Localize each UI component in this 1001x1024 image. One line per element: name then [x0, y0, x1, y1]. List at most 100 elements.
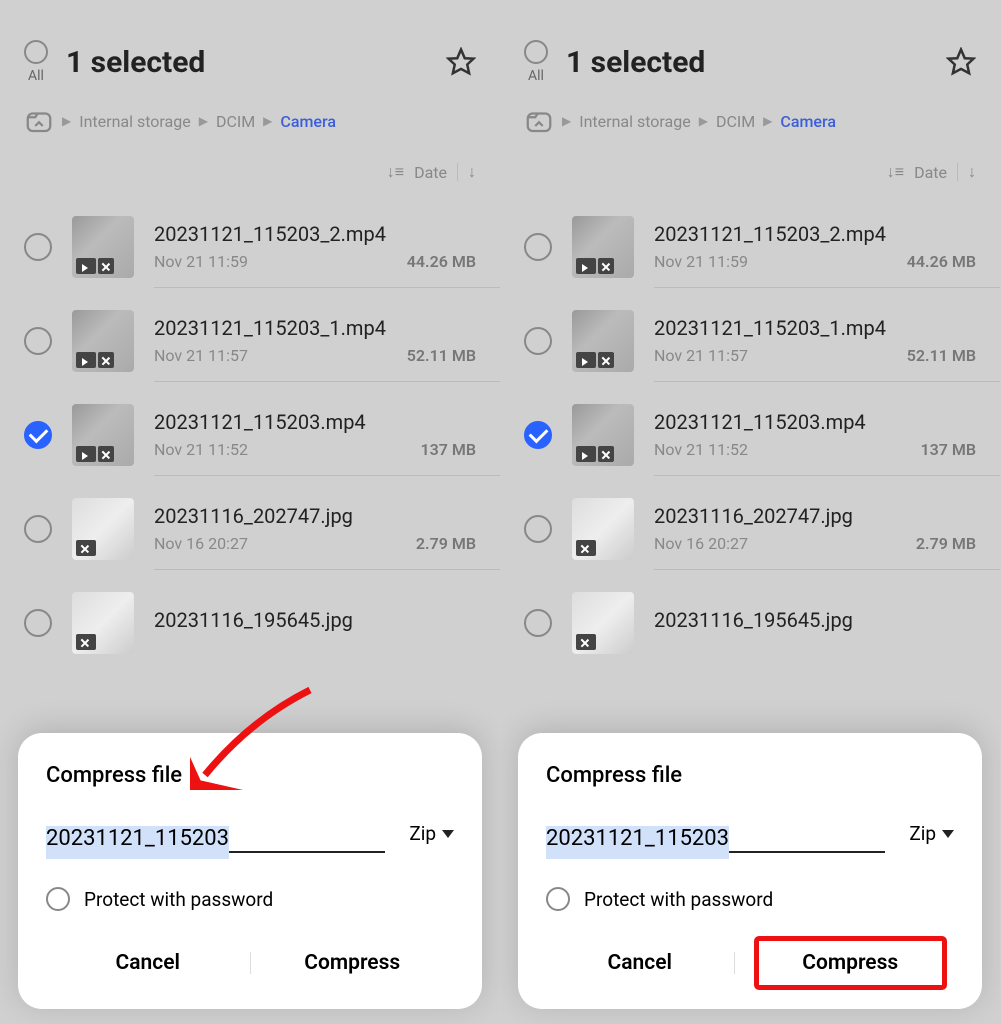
dialog-title: Compress file — [546, 763, 954, 788]
file-list: 20231121_115203_2.mp4 Nov 21 11:59 44.26 M… — [500, 200, 1000, 670]
breadcrumb-item[interactable]: Camera — [280, 112, 336, 131]
star-icon[interactable] — [446, 47, 476, 77]
checkbox[interactable] — [524, 327, 552, 355]
checkbox[interactable] — [24, 421, 52, 449]
sort-row[interactable]: ↓≡ Date ↓ — [0, 136, 500, 200]
file-row[interactable]: 20231116_195645.jpg — [24, 576, 500, 670]
sort-icon: ↓≡ — [887, 162, 904, 182]
file-name: 20231121_115203_2.mp4 — [654, 222, 976, 246]
file-date: Nov 21 11:52 — [654, 440, 748, 459]
checkbox[interactable] — [524, 515, 552, 543]
header: All 1 selected ▶Internal storage ▶DCIM ▶… — [500, 0, 1000, 136]
file-name: 20231121_115203.mp4 — [154, 410, 476, 434]
file-row[interactable]: 20231121_115203.mp4 Nov 21 11:52 137 MB — [24, 388, 500, 482]
breadcrumb: ▶Internal storage ▶DCIM ▶Camera — [24, 106, 476, 136]
file-name: 20231121_115203_1.mp4 — [654, 316, 976, 340]
compress-button[interactable]: Compress — [251, 937, 455, 989]
breadcrumb-item[interactable]: Internal storage — [79, 112, 190, 131]
sort-label: Date — [914, 163, 947, 182]
thumbnail — [72, 216, 134, 278]
file-size: 52.11 MB — [407, 346, 476, 365]
compress-dialog: Compress file 20231121_115203 Zip Protec… — [518, 733, 982, 1009]
chevron-down-icon — [442, 830, 454, 838]
checkbox[interactable] — [24, 327, 52, 355]
file-date: Nov 21 11:59 — [654, 252, 748, 271]
thumbnail — [72, 592, 134, 654]
dialog-title: Compress file — [46, 763, 454, 788]
file-size: 44.26 MB — [907, 252, 976, 271]
radio-icon — [546, 887, 570, 911]
file-date: Nov 16 20:27 — [654, 534, 748, 553]
file-date: Nov 21 11:57 — [654, 346, 748, 365]
password-toggle[interactable]: Protect with password — [46, 887, 454, 911]
breadcrumb-item[interactable]: Camera — [780, 112, 836, 131]
checkbox[interactable] — [24, 233, 52, 261]
file-size: 2.79 MB — [416, 534, 476, 553]
sort-row[interactable]: ↓≡ Date ↓ — [500, 136, 1000, 200]
file-row[interactable]: 20231116_195645.jpg — [524, 576, 1000, 670]
breadcrumb: ▶Internal storage ▶DCIM ▶Camera — [524, 106, 976, 136]
file-date: Nov 21 11:57 — [154, 346, 248, 365]
format-select[interactable]: Zip — [909, 822, 954, 853]
file-row[interactable]: 20231121_115203_2.mp4 Nov 21 11:59 44.26 M… — [524, 200, 1000, 294]
file-row[interactable]: 20231121_115203_1.mp4 Nov 21 11:57 52.11 M… — [24, 294, 500, 388]
home-icon[interactable] — [24, 106, 54, 136]
file-name: 20231116_202747.jpg — [654, 504, 976, 528]
cancel-button[interactable]: Cancel — [46, 937, 250, 989]
file-date: Nov 16 20:27 — [154, 534, 248, 553]
file-size: 2.79 MB — [916, 534, 976, 553]
breadcrumb-item[interactable]: DCIM — [216, 112, 255, 131]
home-icon[interactable] — [524, 106, 554, 136]
thumbnail — [572, 592, 634, 654]
checkbox[interactable] — [24, 609, 52, 637]
thumbnail — [572, 404, 634, 466]
file-size: 44.26 MB — [407, 252, 476, 271]
chevron-down-icon — [942, 830, 954, 838]
file-name: 20231116_202747.jpg — [154, 504, 476, 528]
checkbox[interactable] — [524, 609, 552, 637]
compress-button[interactable]: Compress — [757, 939, 945, 987]
sort-direction-icon: ↓ — [468, 162, 476, 182]
file-row[interactable]: 20231121_115203_1.mp4Nov 21 11:5752.11 M… — [524, 294, 1000, 388]
page-title: 1 selected — [66, 45, 428, 80]
checkbox[interactable] — [524, 421, 552, 449]
file-name: 20231121_115203_2.mp4 — [154, 222, 476, 246]
file-row[interactable]: 20231121_115203_2.mp4Nov 21 11:5944.26 M… — [24, 200, 500, 294]
thumbnail — [72, 404, 134, 466]
thumbnail — [72, 498, 134, 560]
thumbnail — [572, 216, 634, 278]
select-all[interactable]: All — [24, 40, 48, 84]
filename-input[interactable]: 20231121_115203 — [46, 826, 385, 853]
checkbox[interactable] — [24, 515, 52, 543]
header: All 1 selected ▶Internal storage ▶DCIM ▶… — [0, 0, 500, 136]
thumbnail — [572, 498, 634, 560]
breadcrumb-item[interactable]: Internal storage — [579, 112, 690, 131]
format-select[interactable]: Zip — [409, 822, 454, 853]
select-all[interactable]: All — [524, 40, 548, 84]
file-size: 137 MB — [420, 440, 476, 459]
file-row[interactable]: 20231121_115203.mp4Nov 21 11:52137 MB — [524, 388, 1000, 482]
sort-icon: ↓≡ — [387, 162, 404, 182]
filename-input[interactable]: 20231121_115203 — [546, 826, 885, 853]
star-icon[interactable] — [946, 47, 976, 77]
pane-right: All 1 selected ▶Internal storage ▶DCIM ▶… — [500, 0, 1000, 1024]
file-list: 20231121_115203_2.mp4Nov 21 11:5944.26 M… — [0, 200, 500, 670]
file-row[interactable]: 20231116_202747.jpg Nov 16 20:27 2.79 MB — [24, 482, 500, 576]
thumbnail — [72, 310, 134, 372]
sort-label: Date — [414, 163, 447, 182]
file-name: 20231121_115203_1.mp4 — [154, 316, 476, 340]
checkbox[interactable] — [524, 233, 552, 261]
pane-left: All 1 selected ▶Internal storage ▶DCIM ▶… — [0, 0, 500, 1024]
file-name: 20231116_195645.jpg — [154, 608, 476, 632]
cancel-button[interactable]: Cancel — [546, 937, 734, 989]
file-name: 20231121_115203.mp4 — [654, 410, 976, 434]
compress-dialog: Compress file 20231121_115203 Zip Protec… — [18, 733, 482, 1009]
sort-direction-icon: ↓ — [968, 162, 976, 182]
page-title: 1 selected — [566, 45, 928, 80]
breadcrumb-item[interactable]: DCIM — [716, 112, 755, 131]
thumbnail — [572, 310, 634, 372]
password-toggle[interactable]: Protect with password — [546, 887, 954, 911]
file-row[interactable]: 20231116_202747.jpg Nov 16 20:27 2.79 MB — [524, 482, 1000, 576]
file-date: Nov 21 11:52 — [154, 440, 248, 459]
file-name: 20231116_195645.jpg — [654, 608, 976, 632]
